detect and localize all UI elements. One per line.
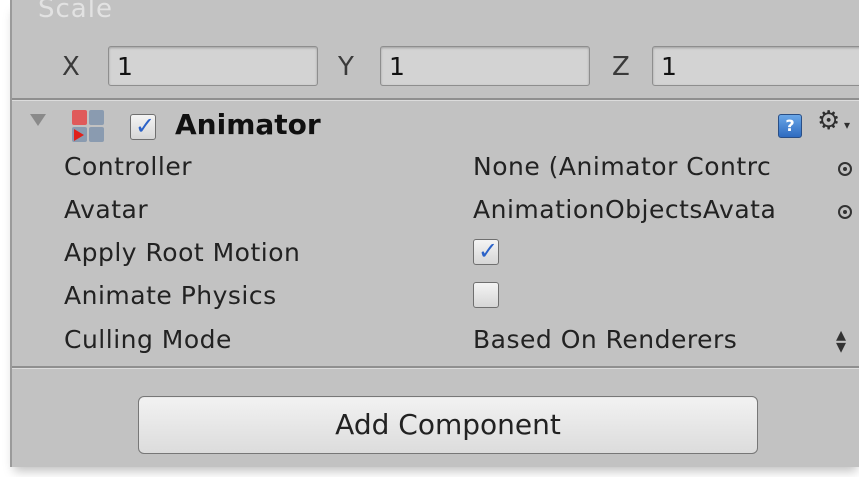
help-icon[interactable]: ?	[778, 114, 802, 138]
chevron-down-icon: ▾	[844, 118, 851, 132]
up-down-arrows-icon[interactable]: ▴ ▾	[836, 324, 846, 356]
culling-mode-dropdown[interactable]: Based On Renderers	[473, 325, 737, 354]
animator-icon	[72, 110, 106, 144]
animator-component-header[interactable]: ✓ Animator ? ⚙ ▾	[12, 106, 859, 150]
controller-label: Controller	[64, 152, 192, 181]
controller-field[interactable]: None (Animator Contrc	[473, 152, 771, 181]
scale-vector-row: X 1 Y 1 Z 1	[12, 46, 859, 90]
z-axis-label: Z	[612, 52, 630, 82]
scale-z-field[interactable]: 1	[652, 46, 859, 86]
x-axis-label: X	[62, 52, 80, 82]
avatar-field[interactable]: AnimationObjectsAvata	[473, 195, 776, 224]
y-axis-label: Y	[338, 52, 354, 82]
inspector-panel: Scale X 1 Y 1 Z 1 ✓ Animator ? ⚙ ▾ Contr…	[10, 0, 859, 467]
foldout-arrow-icon[interactable]	[30, 114, 46, 126]
apply-root-motion-label: Apply Root Motion	[64, 238, 301, 267]
add-component-button[interactable]: Add Component	[138, 396, 758, 454]
scale-x-field[interactable]: 1	[108, 46, 318, 86]
section-divider	[12, 366, 859, 369]
scale-label: Scale	[38, 0, 113, 24]
culling-mode-label: Culling Mode	[64, 325, 232, 354]
object-picker-icon[interactable]	[838, 205, 852, 219]
animator-enabled-checkbox[interactable]: ✓	[130, 112, 156, 140]
avatar-label: Avatar	[64, 195, 149, 224]
object-picker-icon[interactable]	[838, 162, 852, 176]
section-divider	[12, 98, 859, 101]
component-title: Animator	[175, 108, 321, 141]
checkmark-icon: ✓	[135, 112, 156, 140]
checkmark-icon: ✓	[478, 237, 499, 265]
gear-icon[interactable]: ⚙	[817, 106, 840, 136]
apply-root-motion-checkbox[interactable]: ✓	[473, 237, 499, 265]
animate-physics-checkbox[interactable]	[473, 282, 499, 308]
scale-y-field[interactable]: 1	[380, 46, 590, 86]
animate-physics-label: Animate Physics	[64, 281, 277, 310]
